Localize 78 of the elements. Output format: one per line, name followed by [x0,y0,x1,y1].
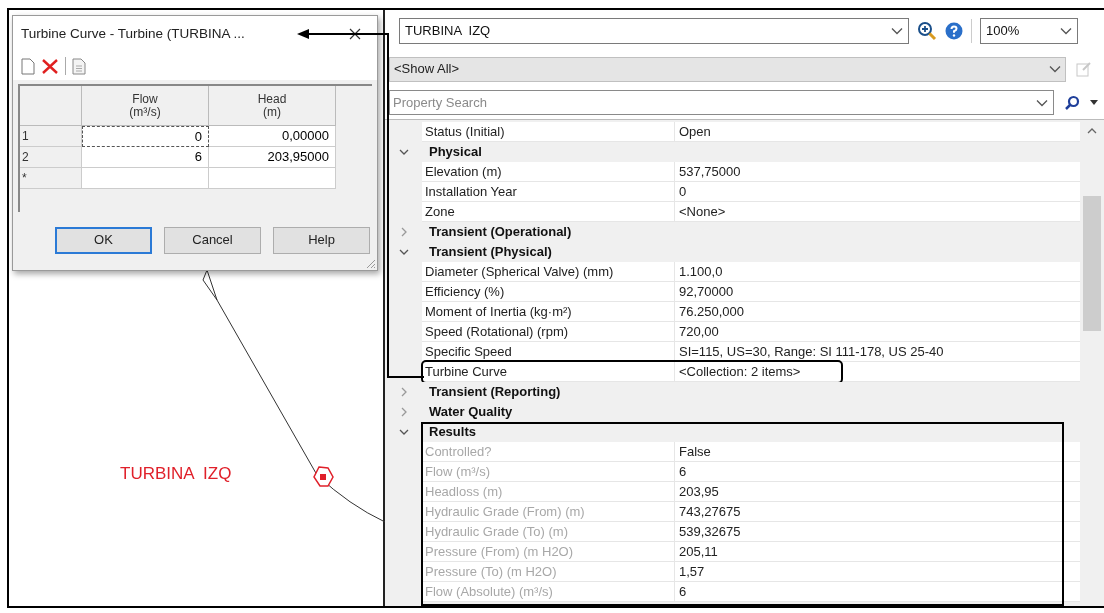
table-cell[interactable]: 203,95000 [209,147,336,168]
property-search-field[interactable]: Property Search [389,90,1054,115]
property-name: Moment of Inertia (kg·m²) [422,302,675,321]
filter-dropdown[interactable]: <Show All> [389,56,1066,82]
property-value[interactable]: 1.100,0 [675,262,723,281]
property-value[interactable]: 743,27675 [675,502,741,521]
chevron-down-icon[interactable] [398,147,409,157]
property-name: Flow (Absolute) (m³/s) [422,582,675,601]
turbine-icon[interactable] [311,465,335,489]
caret-icon[interactable] [1060,27,1072,35]
document-icon[interactable] [72,57,86,75]
property-name: Hydraulic Grade (To) (m) [422,522,675,541]
property-name: Controlled? [422,442,675,461]
dialog-button[interactable]: OK [55,226,152,254]
zoom-in-icon[interactable] [917,21,937,41]
caret-icon[interactable] [1090,100,1098,105]
property-value[interactable]: 537,75000 [675,162,741,181]
search-icon[interactable] [1064,94,1080,111]
category-header[interactable]: Transient (Operational) [422,222,572,242]
property-name: Zone [422,202,675,221]
property-value[interactable]: 720,00 [675,322,719,341]
chevron-down-icon[interactable] [398,247,409,257]
caret-icon[interactable] [1036,99,1048,107]
table-cell[interactable]: 0,00000 [209,126,336,147]
table-cell[interactable] [209,168,336,189]
close-icon[interactable] [349,28,361,40]
dialog-button[interactable]: Cancel [164,226,261,254]
property-name: Installation Year [422,182,675,201]
table-cell[interactable]: 6 [82,147,209,168]
property-name: Pressure (From) (m H2O) [422,542,675,561]
row-header[interactable]: * [20,168,82,189]
window-title: Turbine Curve - Turbine (TURBINA ... [21,24,245,43]
table-cell[interactable]: 0 [82,126,209,147]
property-value[interactable]: <None> [675,202,726,221]
property-name: Flow (m³/s) [422,462,675,481]
new-document-icon[interactable] [21,57,35,75]
category-header[interactable]: Results [422,422,476,442]
category-header[interactable]: Water Quality [422,402,513,422]
table-cell[interactable] [82,168,209,189]
property-name: Diameter (Spherical Valve) (mm) [422,262,675,281]
row-header[interactable]: 1 [20,126,82,147]
element-dropdown[interactable]: TURBINA IZQ [399,18,909,44]
chevron-down-icon[interactable] [398,427,409,437]
category-header[interactable]: Physical [422,142,482,162]
scrollbar[interactable] [1080,120,1104,606]
element-label: TURBINA IZQ [120,463,232,485]
property-value[interactable]: False [675,442,711,461]
property-name: Elevation (m) [422,162,675,181]
resize-grip-icon[interactable] [364,257,376,269]
property-name: Pressure (To) (m H2O) [422,562,675,581]
category-header[interactable]: Transient (Reporting) [422,382,561,402]
property-name: Headloss (m) [422,482,675,501]
caret-icon[interactable] [891,27,903,35]
property-value[interactable]: 205,11 [675,542,718,561]
property-value[interactable]: 76.250,000 [675,302,745,321]
property-name: Hydraulic Grade (From) (m) [422,502,675,521]
scrollbar-thumb[interactable] [1083,196,1101,331]
property-name: Turbine Curve [422,362,675,381]
property-value[interactable]: 539,32675 [675,522,741,541]
property-value[interactable]: <Collection: 2 items> [675,362,801,381]
property-name: Efficiency (%) [422,282,675,301]
row-header[interactable]: 2 [20,147,82,168]
dialog-button[interactable]: Help [273,226,370,254]
property-value[interactable]: SI=115, US=30, Range: SI 111-178, US 25-40 [675,342,944,361]
property-value[interactable]: 6 [675,462,687,481]
property-value[interactable]: 92,70000 [675,282,734,301]
zoom-dropdown[interactable]: 100% [980,18,1078,44]
property-name: Specific Speed [422,342,675,361]
property-value[interactable]: Open [675,122,711,141]
property-value[interactable]: 6 [675,582,687,601]
property-value[interactable]: 1,57 [675,562,705,581]
property-name: Speed (Rotational) (rpm) [422,322,675,341]
delete-icon[interactable] [41,57,59,75]
help-icon[interactable] [945,22,963,40]
property-name: Status (Initial) [422,122,675,141]
category-header[interactable]: Transient (Physical) [422,242,552,262]
property-value[interactable]: 203,95 [675,482,719,501]
property-value[interactable]: 0 [675,182,687,201]
